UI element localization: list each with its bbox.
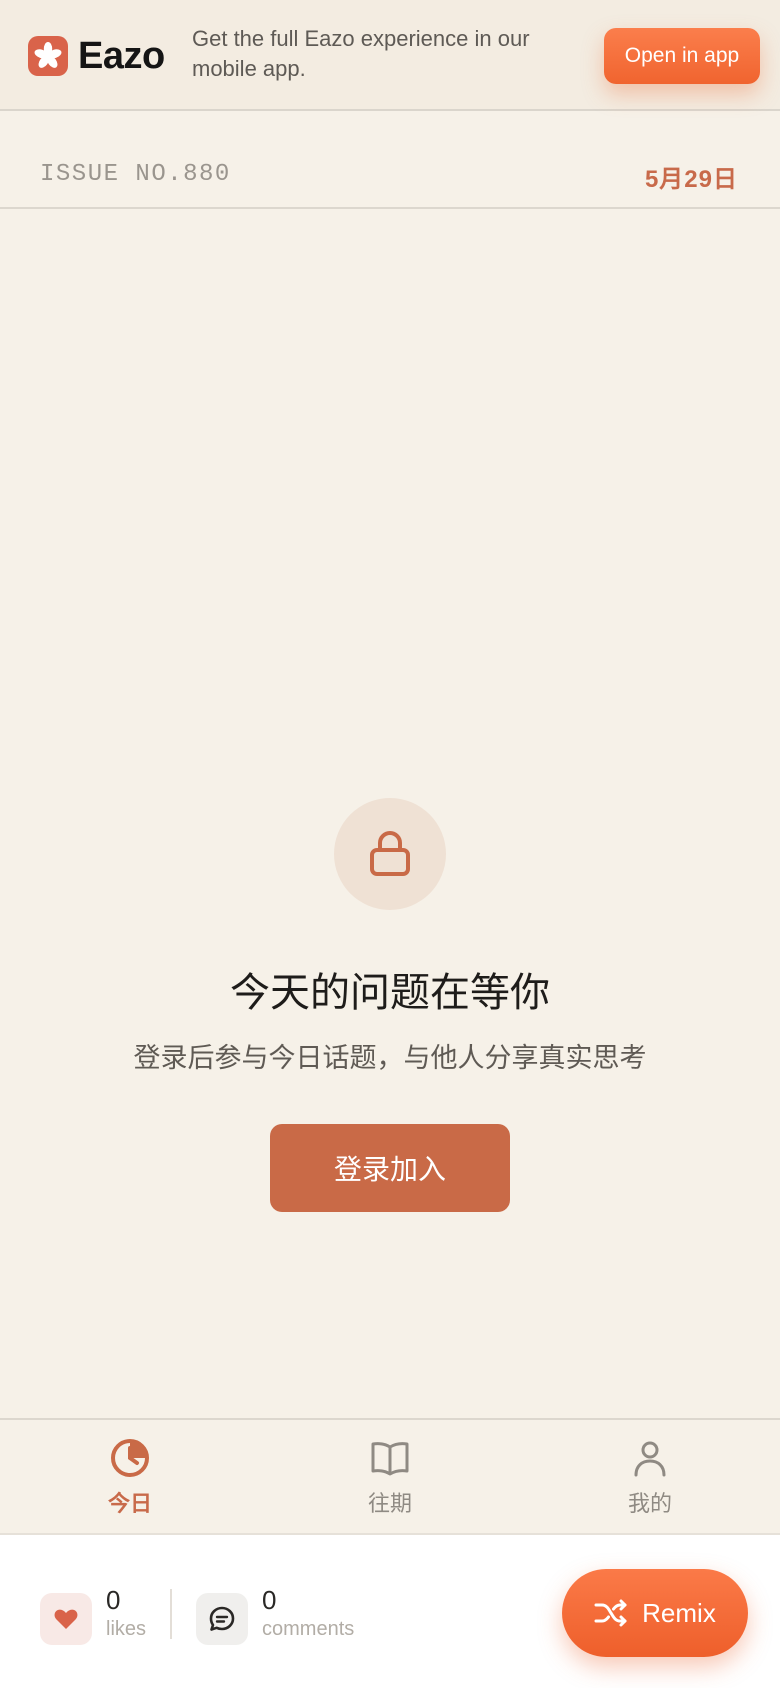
comments-label: comments: [262, 1618, 355, 1640]
login-join-button[interactable]: 登录加入: [270, 1124, 510, 1212]
clock-icon: [111, 1439, 149, 1477]
tab-archive[interactable]: 往期: [320, 1438, 460, 1524]
issue-number: ISSUE NO.880: [40, 161, 231, 188]
issue-header: ISSUE NO.880 5月29日: [0, 113, 780, 209]
brand-name: Eazo: [78, 34, 165, 77]
comments-count: 0: [262, 1585, 277, 1615]
tab-label: 往期: [367, 1491, 412, 1516]
heart-icon: [40, 1593, 92, 1645]
lock-icon: [370, 831, 410, 876]
likes-stat[interactable]: 0 likes: [40, 1585, 146, 1645]
tab-mine[interactable]: 我的: [580, 1438, 720, 1524]
bottom-tab-bar: 今日 往期 我的: [0, 1418, 780, 1533]
book-icon: [371, 1442, 409, 1476]
likes-label: likes: [106, 1618, 147, 1640]
remix-button[interactable]: Remix: [562, 1569, 748, 1657]
likes-count: 0: [106, 1585, 121, 1615]
locked-title: 今天的问题在等你: [230, 970, 550, 1016]
asterisk-logo-icon: [28, 36, 68, 76]
issue-date: 5月29日: [644, 166, 738, 193]
stat-divider: [170, 1589, 172, 1639]
locked-subtitle: 登录后参与今日话题，与他人分享真实思考: [133, 1043, 647, 1073]
shuffle-icon: [594, 1599, 627, 1627]
open-in-app-button[interactable]: Open in app: [604, 28, 760, 84]
comment-icon: [196, 1593, 248, 1645]
banner-promo-text: Get the full Eazo experience in our mobi…: [192, 26, 530, 81]
brand-logo[interactable]: Eazo: [28, 34, 165, 78]
app-banner: Eazo Get the full Eazo experience in our…: [0, 0, 780, 111]
tab-label: 我的: [627, 1491, 672, 1516]
tab-label: 今日: [107, 1491, 152, 1516]
tab-today[interactable]: 今日: [60, 1438, 200, 1524]
remix-label: Remix: [642, 1597, 716, 1628]
comments-stat[interactable]: 0 comments: [196, 1585, 354, 1645]
lock-badge: [334, 798, 446, 910]
footer-action-bar: 0 likes 0 comments Remix: [0, 1533, 780, 1688]
user-icon: [634, 1441, 666, 1477]
